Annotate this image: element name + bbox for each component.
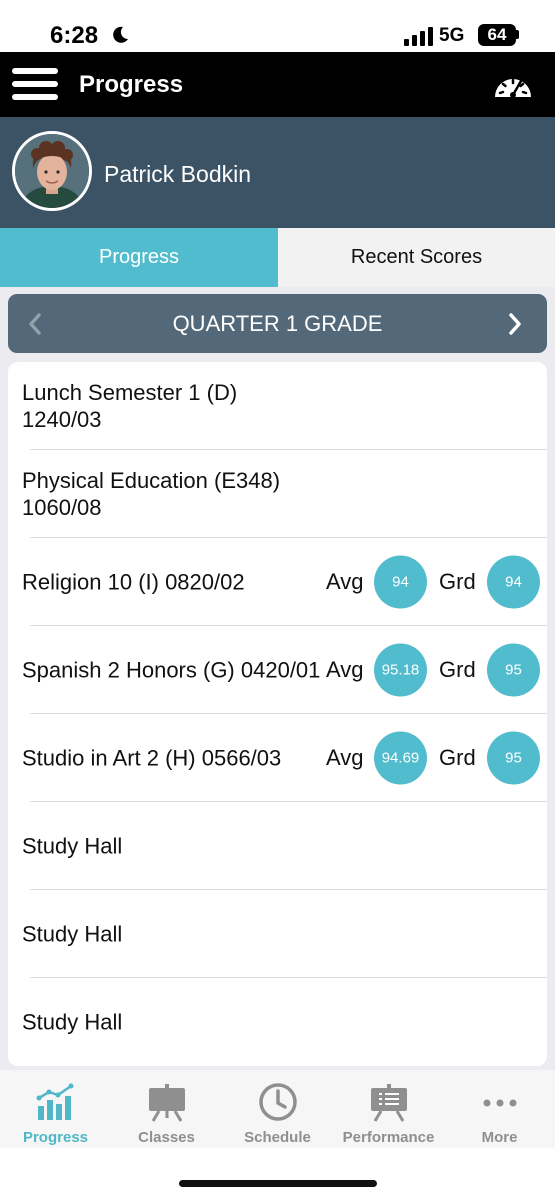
presentation-board-icon [370, 1084, 407, 1122]
course-name: Study Hall [22, 921, 123, 947]
course-row[interactable]: Spanish 2 Honors (G) 0420/01 Avg 95.18 G… [8, 626, 547, 714]
student-profile: Patrick Bodkin [0, 117, 555, 228]
page-title: Progress [79, 71, 184, 98]
nav-performance[interactable]: Performance [333, 1070, 444, 1148]
student-photo [15, 134, 89, 208]
clock-icon [258, 1083, 297, 1121]
nav-label: Performance [342, 1129, 435, 1146]
course-row[interactable]: Study Hall [8, 978, 547, 1066]
nav-label: Schedule [244, 1129, 311, 1146]
avg-label: Avg [326, 569, 364, 594]
nav-label: More [481, 1129, 518, 1146]
bar-chart-icon [36, 1083, 73, 1120]
more-dots-icon [483, 1099, 516, 1107]
grading-period-title: QUARTER 1 GRADE [172, 311, 383, 336]
course-name: Religion 10 (I) 0820/02 [22, 569, 245, 595]
nav-classes[interactable]: Classes [111, 1070, 222, 1148]
view-tabs: Progress Recent Scores [0, 228, 555, 287]
nav-more[interactable]: More [444, 1070, 555, 1148]
avg-label: Avg [326, 745, 364, 770]
course-row[interactable]: Study Hall [8, 802, 547, 890]
grade-label: Grd [439, 569, 476, 594]
status-bar: 6:28 5G 64 [0, 0, 555, 52]
nav-schedule[interactable]: Schedule [222, 1070, 333, 1148]
student-name: Patrick Bodkin [104, 161, 252, 187]
grading-period-selector: QUARTER 1 GRADE [8, 294, 547, 353]
course-row[interactable]: Physical Education (E348) 1060/08 [8, 450, 547, 538]
avatar[interactable] [12, 131, 92, 211]
battery-icon: 64 [478, 24, 516, 46]
course-row[interactable]: Study Hall [8, 890, 547, 978]
tab-progress[interactable]: Progress [0, 228, 278, 287]
app-header: Progress [0, 52, 555, 117]
course-name: Study Hall [22, 1009, 123, 1035]
easel-icon [148, 1084, 185, 1122]
home-indicator-area [0, 1148, 555, 1200]
average-score-badge[interactable]: 95.18 [374, 643, 427, 697]
nav-label: Classes [138, 1129, 195, 1146]
grade-score-badge[interactable]: 94 [487, 555, 540, 609]
course-name: Physical Education (E348) 1060/08 [22, 468, 281, 520]
grade-score-badge[interactable]: 95 [487, 643, 540, 697]
course-row[interactable]: Religion 10 (I) 0820/02 Avg 94 Grd 94 [8, 538, 547, 626]
course-row[interactable]: Studio in Art 2 (H) 0566/03 Avg 94.69 Gr… [8, 714, 547, 802]
chevron-right-icon[interactable] [508, 313, 522, 335]
bottom-nav: Progress Classes Schedule Performance Mo… [0, 1070, 555, 1148]
grade-label: Grd [439, 657, 476, 682]
average-score-badge[interactable]: 94 [374, 555, 427, 609]
course-list: Lunch Semester 1 (D) 1240/03 Physical Ed… [8, 362, 547, 1066]
tab-recent-scores[interactable]: Recent Scores [278, 228, 555, 287]
nav-progress[interactable]: Progress [0, 1070, 111, 1148]
course-name: Studio in Art 2 (H) 0566/03 [22, 745, 282, 771]
course-row[interactable]: Lunch Semester 1 (D) 1240/03 [8, 362, 547, 450]
grade-score-badge[interactable]: 95 [487, 731, 540, 785]
nav-label: Progress [22, 1129, 89, 1146]
hamburger-menu-icon[interactable] [12, 68, 58, 100]
speedometer-gauge-icon[interactable] [492, 68, 534, 100]
battery-cap [516, 30, 519, 39]
average-score-badge[interactable]: 94.69 [374, 731, 427, 785]
home-indicator[interactable] [179, 1180, 377, 1187]
course-name: Spanish 2 Honors (G) 0420/01 [22, 657, 321, 683]
network-label: 5G [439, 25, 465, 46]
grade-label: Grd [439, 745, 476, 770]
signal-bars-icon [404, 27, 433, 46]
status-time: 6:28 [50, 22, 99, 49]
course-name: Lunch Semester 1 (D) 1240/03 [22, 380, 238, 432]
course-name: Study Hall [22, 833, 123, 859]
avg-label: Avg [326, 657, 364, 682]
moon-icon [113, 26, 128, 43]
